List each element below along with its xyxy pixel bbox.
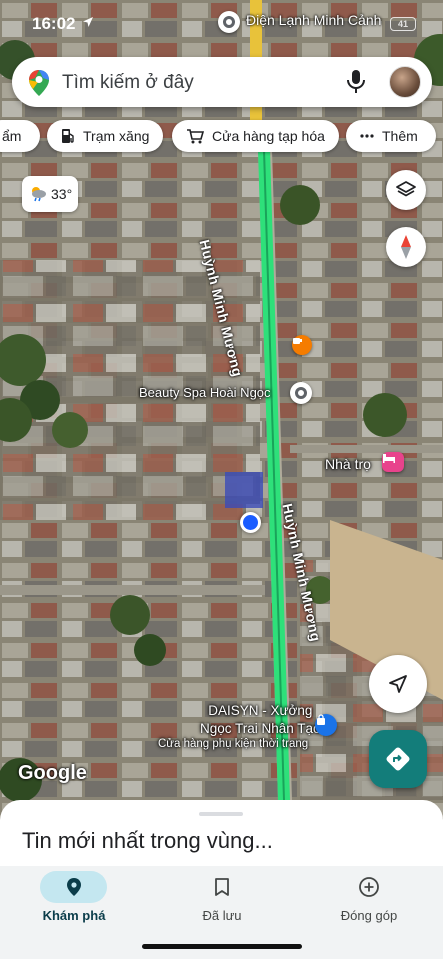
battery-icon: 41 [390, 17, 416, 31]
microphone-icon[interactable] [345, 69, 367, 95]
nav-saved[interactable]: Đã lưu [148, 866, 296, 936]
nav-explore-icon-wrap [40, 871, 107, 903]
account-avatar[interactable] [389, 66, 421, 98]
directions-icon [386, 747, 410, 771]
nav-label: Khám phá [42, 908, 106, 923]
sheet-drag-handle[interactable] [199, 812, 243, 816]
bookmark-icon [214, 878, 229, 896]
add-circle-icon [358, 877, 379, 897]
google-maps-logo-icon [29, 70, 49, 96]
weather-temperature: 33° [51, 186, 73, 202]
bottom-navigation: Khám phá Đã lưu Đóng góp [0, 866, 443, 959]
nav-label: Đã lưu [202, 908, 242, 923]
bed-icon [383, 454, 395, 463]
nav-label: Đóng góp [340, 908, 398, 923]
chip-grocery[interactable]: Cửa hàng tạp hóa [172, 120, 339, 152]
explore-pin-icon [66, 878, 81, 896]
chip-label: Cửa hàng tạp hóa [212, 128, 325, 144]
place-label-daisyn[interactable]: DAISYN - Xưởng Ngọc Trai Nhân Tạo [200, 702, 321, 738]
place-pin-beauty-spa[interactable] [290, 382, 312, 404]
search-input[interactable]: Tìm kiếm ở đây [62, 72, 194, 94]
status-time: 16:02 [32, 14, 76, 33]
nav-contribute[interactable]: Đóng góp [295, 866, 443, 936]
compass-icon [401, 235, 411, 259]
directions-button[interactable] [369, 730, 427, 788]
sheet-title: Tin mới nhất trong vùng... [22, 828, 273, 853]
layers-icon [396, 181, 416, 197]
chip-label: Trạm xăng [83, 128, 150, 144]
more-icon [360, 134, 374, 138]
location-arrow-icon [82, 16, 94, 31]
place-label-daisyn-line1: DAISYN - Xưởng [208, 703, 313, 718]
chip-more[interactable]: Thêm [346, 120, 436, 152]
chip-gas-station[interactable]: Trạm xăng [47, 120, 164, 152]
google-watermark: Google [18, 762, 87, 784]
cafe-pin[interactable] [292, 335, 312, 355]
shopping-bag-icon [317, 714, 325, 725]
cup-icon [293, 338, 302, 344]
partly-cloudy-rain-icon [32, 187, 46, 202]
hotel-pin[interactable] [382, 452, 404, 472]
nav-saved-icon-wrap [188, 871, 255, 903]
place-label-nha-tro[interactable]: Nhà trọ [325, 456, 371, 472]
place-subtitle-daisyn: Cửa hàng phụ kiện thời trang [158, 738, 309, 750]
gas-station-icon [61, 128, 75, 144]
nav-contribute-icon-wrap [335, 871, 402, 903]
nav-explore[interactable]: Khám phá [0, 866, 148, 936]
place-label-beauty-spa[interactable]: Beauty Spa Hoài Ngọc [139, 385, 271, 400]
search-bar[interactable]: Tìm kiếm ở đây [12, 57, 432, 107]
my-location-dot [240, 512, 261, 533]
home-indicator[interactable] [142, 944, 302, 949]
shop-pin[interactable] [315, 714, 337, 736]
my-location-button[interactable] [369, 655, 427, 713]
chip-label: ẩm [2, 128, 22, 144]
compass-button[interactable] [386, 227, 426, 267]
status-bar: 16:02 41 [0, 0, 443, 46]
chip-partial[interactable]: ẩm [0, 120, 40, 152]
navigation-arrow-icon [389, 675, 407, 693]
category-chips: ẩm Trạm xăng Cửa hàng tạp hóa Thêm [0, 120, 443, 152]
chip-label: Thêm [382, 128, 418, 144]
place-label-daisyn-line2: Ngọc Trai Nhân Tạo [200, 721, 321, 736]
cart-icon [186, 128, 204, 144]
weather-chip[interactable]: 33° [22, 176, 78, 212]
layers-button[interactable] [386, 170, 426, 210]
bottom-sheet[interactable]: Tin mới nhất trong vùng... [0, 800, 443, 870]
